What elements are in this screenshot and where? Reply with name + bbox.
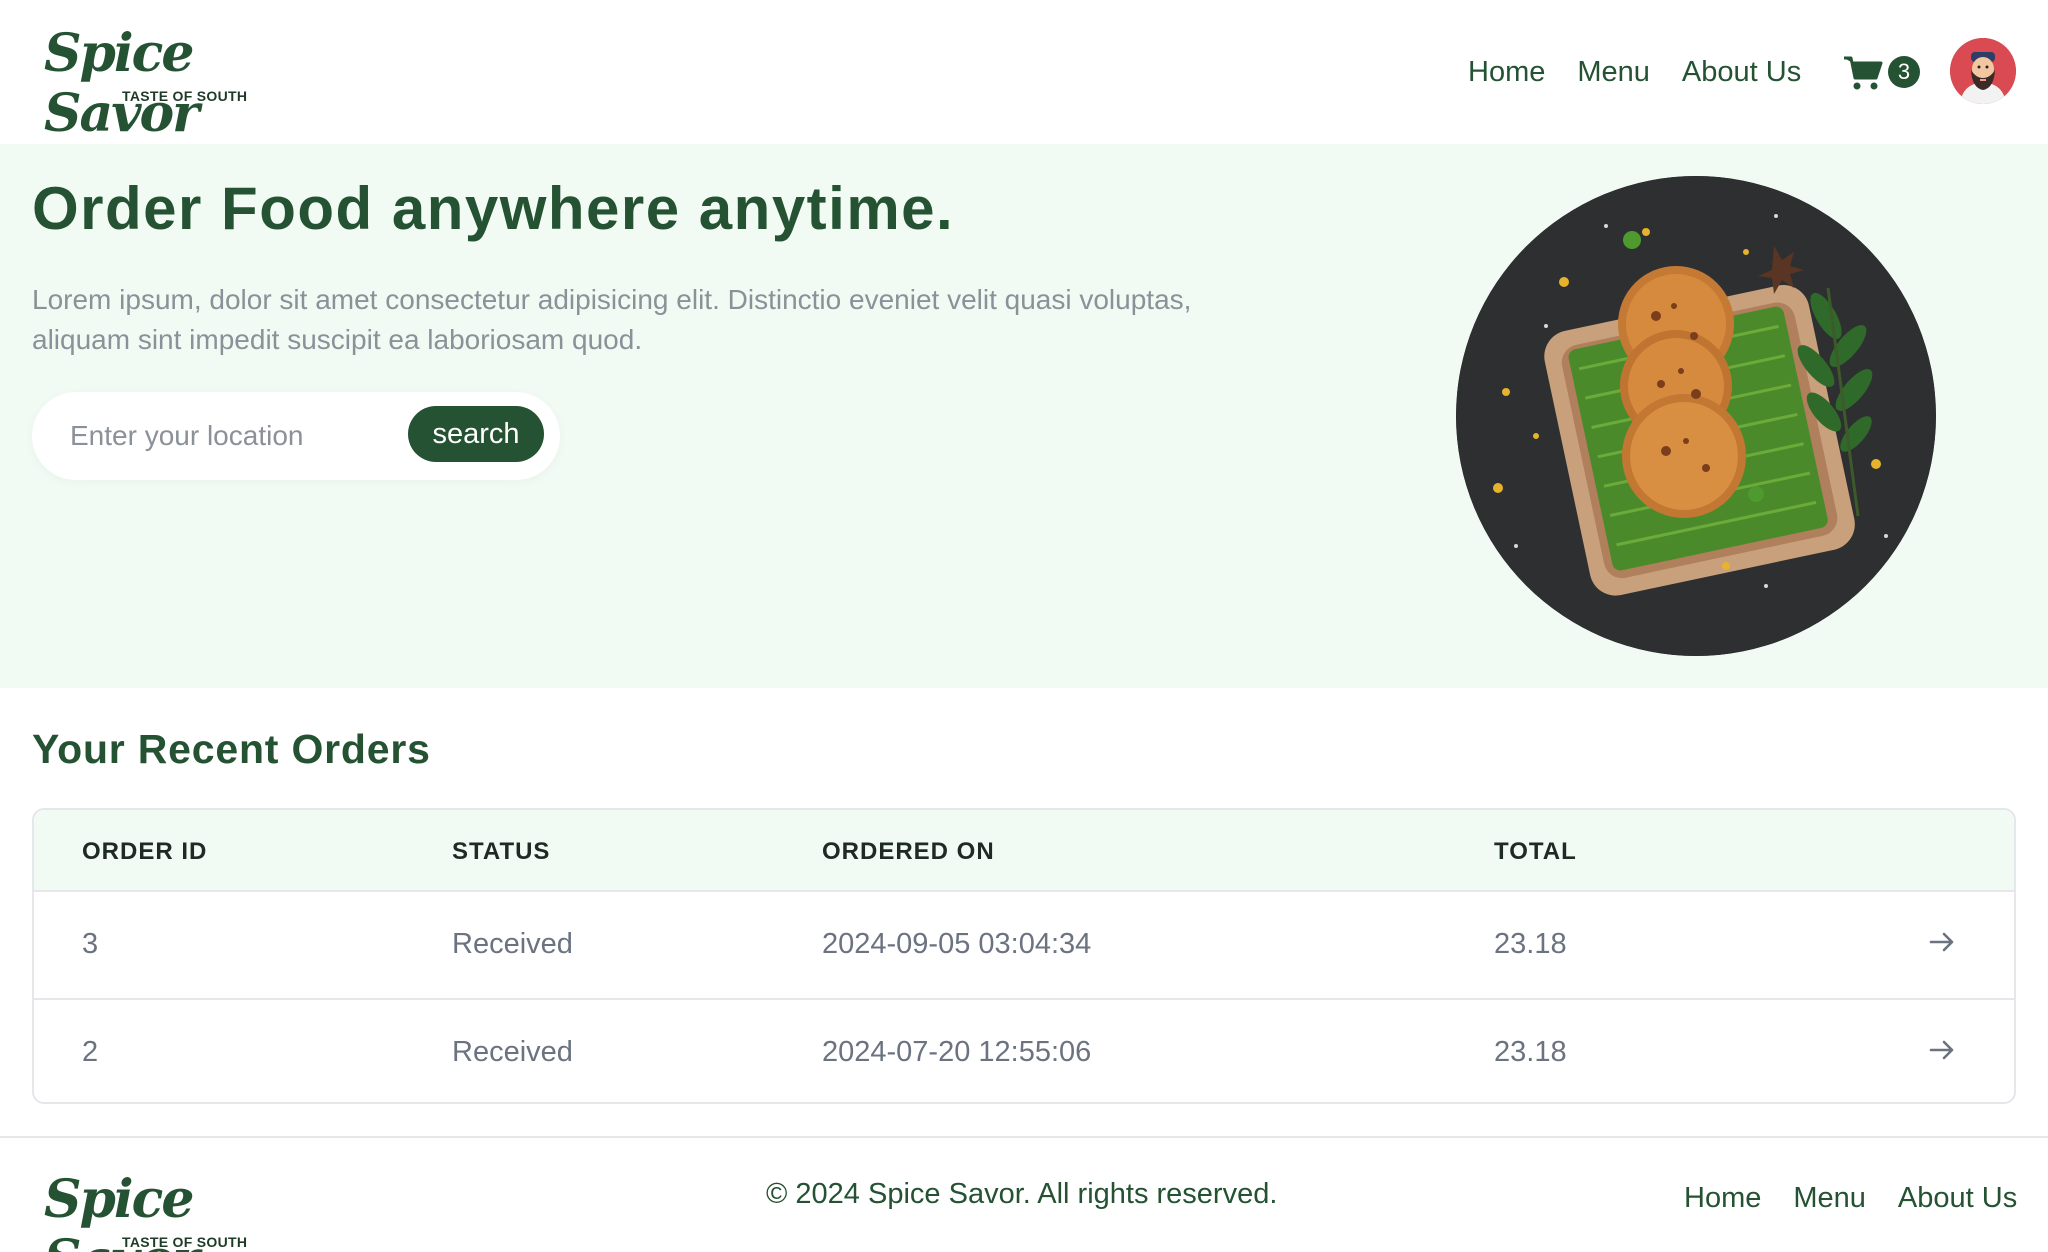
- column-header-order-id: ORDER ID: [82, 838, 208, 865]
- location-input[interactable]: [70, 414, 400, 458]
- orders-table: ORDER ID STATUS ORDERED ON TOTAL 3 Recei…: [32, 808, 2016, 1104]
- order-date-cell: 2024-07-20 12:55:06: [822, 1036, 1092, 1068]
- search-button[interactable]: search: [408, 406, 544, 462]
- nav-home-link[interactable]: Home: [1468, 56, 1545, 89]
- brand-logo[interactable]: Spice Savor TASTE OF SOUTH: [44, 24, 314, 144]
- main-nav: Home Menu About Us: [1468, 52, 1833, 92]
- column-header-status: STATUS: [452, 838, 551, 865]
- brand-name: Spice Savor: [44, 23, 200, 144]
- table-row[interactable]: 2 Received 2024-07-20 12:55:06 23.18: [34, 998, 2014, 1102]
- footer-menu-link[interactable]: Menu: [1793, 1182, 1866, 1215]
- footer-about-link[interactable]: About Us: [1898, 1182, 2017, 1215]
- site-footer: Spice Savor TASTE OF SOUTH © 2024 Spice …: [0, 1136, 2048, 1252]
- table-row[interactable]: 3 Received 2024-09-05 03:04:34 23.18: [34, 892, 2014, 998]
- nav-menu-link[interactable]: Menu: [1577, 56, 1650, 89]
- brand-tagline: TASTE OF SOUTH: [122, 88, 248, 104]
- cart-button[interactable]: 3: [1842, 52, 1922, 92]
- order-status-cell: Received: [452, 928, 573, 960]
- footer-nav: Home Menu About Us: [1684, 1178, 2017, 1218]
- table-header-row: ORDER ID STATUS ORDERED ON TOTAL: [34, 810, 2014, 892]
- brand-tagline: TASTE OF SOUTH: [122, 1234, 248, 1250]
- footer-home-link[interactable]: Home: [1684, 1182, 1761, 1215]
- column-header-ordered-on: ORDERED ON: [822, 838, 995, 865]
- recent-orders-title: Your Recent Orders: [32, 726, 431, 772]
- site-header: Spice Savor TASTE OF SOUTH Home Menu Abo…: [0, 0, 2048, 144]
- avatar[interactable]: [1950, 38, 2016, 104]
- hero-title: Order Food anywhere anytime.: [32, 175, 955, 242]
- hero-section: Order Food anywhere anytime. Lorem ipsum…: [0, 144, 2048, 688]
- cart-icon: [1844, 56, 1883, 90]
- hero-description: Lorem ipsum, dolor sit amet consectetur …: [32, 284, 1192, 355]
- order-total-cell: 23.18: [1494, 1036, 1567, 1068]
- order-status-cell: Received: [452, 1036, 573, 1068]
- arrow-right-icon[interactable]: [1926, 1034, 1958, 1066]
- hero-food-image: [1456, 176, 1936, 656]
- nav-about-link[interactable]: About Us: [1682, 56, 1801, 89]
- order-date-cell: 2024-09-05 03:04:34: [822, 928, 1092, 960]
- order-total-cell: 23.18: [1494, 928, 1567, 960]
- order-id-cell: 3: [82, 928, 99, 960]
- footer-brand-logo[interactable]: Spice Savor TASTE OF SOUTH: [44, 1170, 314, 1252]
- column-header-total: TOTAL: [1494, 838, 1577, 865]
- location-search: search: [32, 392, 560, 480]
- arrow-right-icon[interactable]: [1926, 926, 1958, 958]
- cart-count-badge: 3: [1888, 56, 1920, 88]
- order-id-cell: 2: [82, 1036, 99, 1068]
- copyright-text: © 2024 Spice Savor. All rights reserved.: [766, 1178, 1278, 1210]
